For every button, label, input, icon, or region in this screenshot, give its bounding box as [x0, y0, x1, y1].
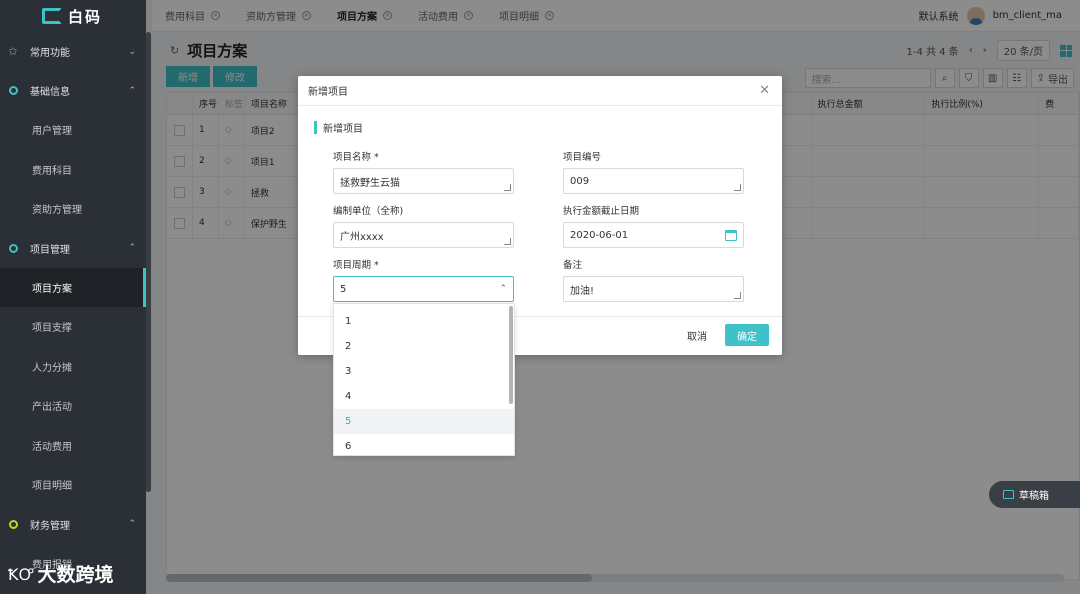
- logo-text: 白码: [68, 7, 103, 26]
- circle-icon: [8, 519, 18, 529]
- watermark-text: 大数跨境: [37, 564, 114, 586]
- period-dropdown: 1 2 3 4 5 6: [333, 303, 515, 456]
- sidebar-item-labor-allocation[interactable]: 人力分摊: [0, 347, 146, 387]
- project-name-label: 项目名称 *: [333, 152, 379, 163]
- menu-group-common[interactable]: ✩ 常用功能 ⌄: [0, 32, 146, 71]
- dropdown-option[interactable]: 6: [334, 434, 514, 455]
- sidebar-item-expense-subjects[interactable]: 费用科目: [0, 150, 146, 190]
- menu-group-label: 常用功能: [30, 48, 70, 59]
- draft-label: 草稿箱: [1019, 491, 1049, 502]
- confirm-button[interactable]: 确定: [725, 324, 769, 346]
- dialog-title: 新增项目: [298, 76, 782, 106]
- menu-group-label: 项目管理: [30, 244, 70, 256]
- watermark: ꝀꝌ 大数跨境: [8, 560, 113, 587]
- close-icon[interactable]: ✕: [759, 84, 770, 97]
- sidebar-item-activity-costs[interactable]: 活动费用: [0, 426, 146, 466]
- project-code-field[interactable]: 009: [563, 168, 744, 194]
- star-icon: ✩: [8, 45, 18, 58]
- circle-icon: [8, 243, 18, 253]
- note-label: 备注: [563, 260, 583, 271]
- menu-group-finance[interactable]: 财务管理 ⌃: [0, 505, 146, 544]
- chevron-up-icon: ⌃: [128, 519, 136, 529]
- menu-group-label: 基础信息: [30, 87, 70, 98]
- cancel-button[interactable]: 取消: [687, 328, 707, 343]
- menu-group-label: 财务管理: [30, 520, 70, 532]
- sidebar-menu: ✩ 常用功能 ⌄ 基础信息 ⌃ 用户管理 费用科目 资助方管理 项目管理 ⌃ 项…: [0, 32, 146, 583]
- deadline-label: 执行金额截止日期: [563, 206, 640, 217]
- chevron-up-icon: ⌃: [128, 243, 136, 253]
- sidebar: 白码 ✩ 常用功能 ⌄ 基础信息 ⌃ 用户管理 费用科目 资助方管理 项目管理 …: [0, 0, 146, 594]
- sidebar-item-project-details[interactable]: 项目明细: [0, 465, 146, 505]
- menu-group-projects[interactable]: 项目管理 ⌃: [0, 229, 146, 268]
- sidebar-item-output-activities[interactable]: 产出活动: [0, 386, 146, 426]
- sidebar-item-project-support[interactable]: 项目支撑: [0, 307, 146, 347]
- calendar-icon[interactable]: [725, 229, 737, 241]
- circle-icon: [8, 86, 18, 96]
- section-bar: [314, 121, 317, 134]
- sidebar-item-funders[interactable]: 资助方管理: [0, 189, 146, 229]
- project-name-field[interactable]: 拯救野生云猫: [333, 168, 514, 194]
- chevron-down-icon: ⌄: [128, 46, 136, 57]
- chevron-up-icon[interactable]: ⌃: [499, 284, 507, 294]
- section-header: 新增项目: [314, 120, 363, 135]
- dropdown-option[interactable]: 4: [334, 384, 514, 409]
- logo[interactable]: 白码: [0, 0, 146, 32]
- sidebar-item-users[interactable]: 用户管理: [0, 110, 146, 150]
- deadline-date-field[interactable]: 2020-06-01: [563, 222, 744, 248]
- unit-label: 编制单位（全称): [333, 206, 404, 217]
- period-select[interactable]: 5 ⌃: [333, 276, 514, 302]
- deadline-value: 2020-06-01: [570, 229, 629, 241]
- section-title: 新增项目: [323, 124, 363, 135]
- sidebar-item-project-plan[interactable]: 项目方案: [0, 267, 146, 307]
- watermark-logo-icon: ꝀꝌ: [8, 564, 34, 584]
- dropdown-option[interactable]: 3: [334, 359, 514, 384]
- dropdown-option-selected[interactable]: 5: [334, 409, 514, 434]
- unit-field[interactable]: 广州xxxx: [333, 222, 514, 248]
- draft-icon: [1003, 490, 1014, 499]
- note-field[interactable]: 加油!: [563, 276, 744, 302]
- dropdown-option[interactable]: 1: [334, 309, 514, 334]
- chevron-up-icon: ⌃: [128, 85, 136, 96]
- menu-group-basic[interactable]: 基础信息 ⌃: [0, 71, 146, 110]
- dropdown-scrollbar[interactable]: [509, 306, 513, 404]
- period-label: 项目周期 *: [333, 260, 379, 271]
- logo-mark-icon: [42, 8, 62, 24]
- project-code-label: 项目编号: [563, 152, 602, 163]
- dropdown-option[interactable]: 2: [334, 334, 514, 359]
- period-value: 5: [340, 283, 347, 295]
- draft-box-button[interactable]: 草稿箱: [989, 481, 1080, 508]
